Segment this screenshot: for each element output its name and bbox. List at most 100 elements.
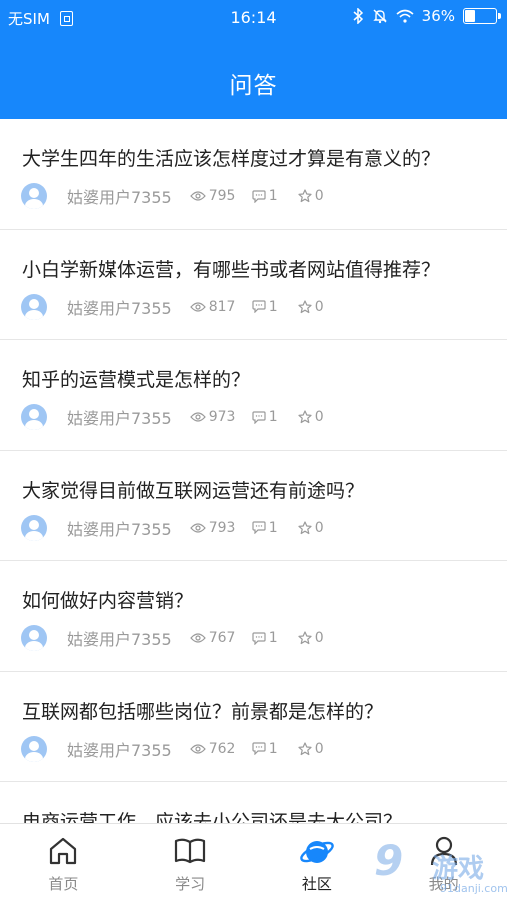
- book-icon: [175, 838, 206, 864]
- comment-icon: [252, 300, 266, 313]
- tab-community-label: 社区: [301, 875, 332, 893]
- bluetooth-icon: [353, 8, 363, 24]
- question-item[interactable]: 知乎的运营模式是怎样的？ 姑婆用户7355 973 1 0: [0, 340, 507, 451]
- views-stat: 817: [189, 298, 252, 315]
- comments-stat: 1: [252, 409, 298, 425]
- status-right: 36%: [353, 7, 501, 25]
- tab-study-label: 学习: [175, 875, 206, 893]
- author-name: 姑婆用户7355: [67, 630, 172, 649]
- comments-stat: 1: [252, 741, 298, 757]
- question-title[interactable]: 大学生四年的生活应该怎样度过才算是有意义的？: [22, 144, 493, 171]
- question-title[interactable]: 电商运营工作，应该去小公司还是去大公司？: [22, 807, 493, 823]
- comments-stat: 1: [252, 630, 298, 646]
- views-count: 793: [208, 519, 236, 536]
- comment-icon: [252, 410, 266, 424]
- views-icon: [189, 191, 206, 201]
- question-item[interactable]: 大学生四年的生活应该怎样度过才算是有意义的？ 姑婆用户7355 795 1 0: [0, 119, 507, 230]
- home-icon: [50, 837, 77, 865]
- tab-community[interactable]: 社区: [254, 824, 381, 900]
- app-header: 无SIM 16:14 36% 问答: [0, 0, 507, 119]
- favorites-count: 0: [314, 188, 324, 204]
- question-meta: 姑婆用户7355 762 1 0: [21, 735, 324, 762]
- favorite-icon: [298, 410, 312, 424]
- comment-icon: [252, 189, 266, 203]
- comments-count: 1: [268, 409, 278, 425]
- question-item[interactable]: 如何做好内容营销？ 姑婆用户7355 767 1 0: [0, 561, 507, 672]
- planet-icon: [300, 841, 334, 863]
- favorite-icon: [298, 189, 312, 203]
- views-stat: 793: [189, 519, 252, 536]
- views-stat: 795: [189, 188, 252, 204]
- views-stat: 973: [189, 409, 252, 425]
- favorites-stat: 0: [298, 520, 324, 536]
- avatar[interactable]: [21, 293, 47, 320]
- question-meta: 姑婆用户7355 817 1 0: [21, 293, 324, 320]
- comments-stat: 1: [252, 520, 298, 536]
- battery-percent: 36%: [421, 7, 455, 25]
- views-icon: [189, 743, 206, 754]
- question-item[interactable]: 互联网都包括哪些岗位？前景都是怎样的？ 姑婆用户7355 762 1 0: [0, 672, 507, 782]
- views-icon: [189, 301, 206, 312]
- question-item[interactable]: 小白学新媒体运营，有哪些书或者网站值得推荐？ 姑婆用户7355 817 1 0: [0, 230, 507, 340]
- status-bar: 无SIM 16:14 36%: [0, 0, 507, 36]
- comments-count: 1: [268, 630, 278, 646]
- favorites-count: 0: [314, 740, 324, 757]
- comments-stat: 1: [252, 188, 298, 204]
- views-count: 795: [208, 188, 236, 204]
- question-meta: 姑婆用户7355 973 1 0: [21, 404, 324, 430]
- favorites-stat: 0: [298, 630, 324, 646]
- comments-stat: 1: [252, 299, 298, 315]
- wifi-icon: [396, 9, 414, 23]
- comments-count: 1: [268, 188, 278, 204]
- comment-icon: [252, 521, 266, 534]
- comment-icon: [252, 631, 266, 645]
- views-count: 762: [208, 740, 236, 757]
- author-name: 姑婆用户7355: [67, 409, 172, 428]
- favorites-count: 0: [314, 519, 324, 536]
- watermark-logo: 9 游戏 91danji.com: [370, 836, 507, 898]
- favorite-icon: [298, 299, 312, 313]
- question-title[interactable]: 互联网都包括哪些岗位？前景都是怎样的？: [22, 697, 493, 724]
- favorites-stat: 0: [298, 299, 324, 315]
- battery-icon: [463, 8, 501, 24]
- avatar[interactable]: [21, 514, 47, 541]
- views-count: 973: [208, 409, 236, 425]
- favorite-icon: [298, 520, 312, 534]
- views-count: 767: [208, 630, 236, 646]
- favorite-icon: [298, 631, 312, 645]
- question-item[interactable]: 大家觉得目前做互联网运营还有前途吗？ 姑婆用户7355 793 1 0: [0, 451, 507, 561]
- comments-count: 1: [268, 519, 278, 536]
- avatar[interactable]: [21, 404, 47, 430]
- watermark-number: 9: [374, 836, 404, 885]
- watermark-text: 游戏: [432, 854, 485, 884]
- author-name: 姑婆用户7355: [67, 188, 172, 207]
- avatar[interactable]: [21, 625, 47, 651]
- comments-count: 1: [268, 740, 278, 757]
- views-icon: [189, 633, 206, 643]
- author-name: 姑婆用户7355: [67, 298, 172, 318]
- comments-count: 1: [268, 298, 278, 315]
- watermark-url: 91danji.com: [440, 882, 507, 895]
- avatar[interactable]: [21, 735, 47, 762]
- question-title[interactable]: 大家觉得目前做互联网运营还有前途吗？: [22, 476, 493, 503]
- page-title: 问答: [229, 73, 278, 99]
- tab-home-label: 首页: [48, 875, 79, 893]
- tab-home[interactable]: 首页: [0, 824, 127, 900]
- tab-study[interactable]: 学习: [127, 824, 254, 900]
- question-title[interactable]: 小白学新媒体运营，有哪些书或者网站值得推荐？: [22, 255, 493, 282]
- question-title[interactable]: 如何做好内容营销？: [22, 586, 493, 613]
- favorites-count: 0: [314, 298, 324, 315]
- question-meta: 姑婆用户7355 793 1 0: [21, 514, 324, 541]
- views-icon: [189, 412, 206, 422]
- question-meta: 姑婆用户7355 795 1 0: [21, 183, 324, 209]
- views-count: 817: [208, 298, 236, 315]
- favorites-count: 0: [314, 409, 324, 425]
- avatar[interactable]: [21, 183, 47, 209]
- author-name: 姑婆用户7355: [67, 740, 172, 760]
- question-meta: 姑婆用户7355 767 1 0: [21, 625, 324, 651]
- favorites-count: 0: [314, 630, 324, 646]
- question-item[interactable]: 电商运营工作，应该去小公司还是去大公司？: [0, 782, 507, 823]
- favorites-stat: 0: [298, 188, 324, 204]
- views-stat: 762: [189, 740, 252, 757]
- question-title[interactable]: 知乎的运营模式是怎样的？: [22, 365, 493, 392]
